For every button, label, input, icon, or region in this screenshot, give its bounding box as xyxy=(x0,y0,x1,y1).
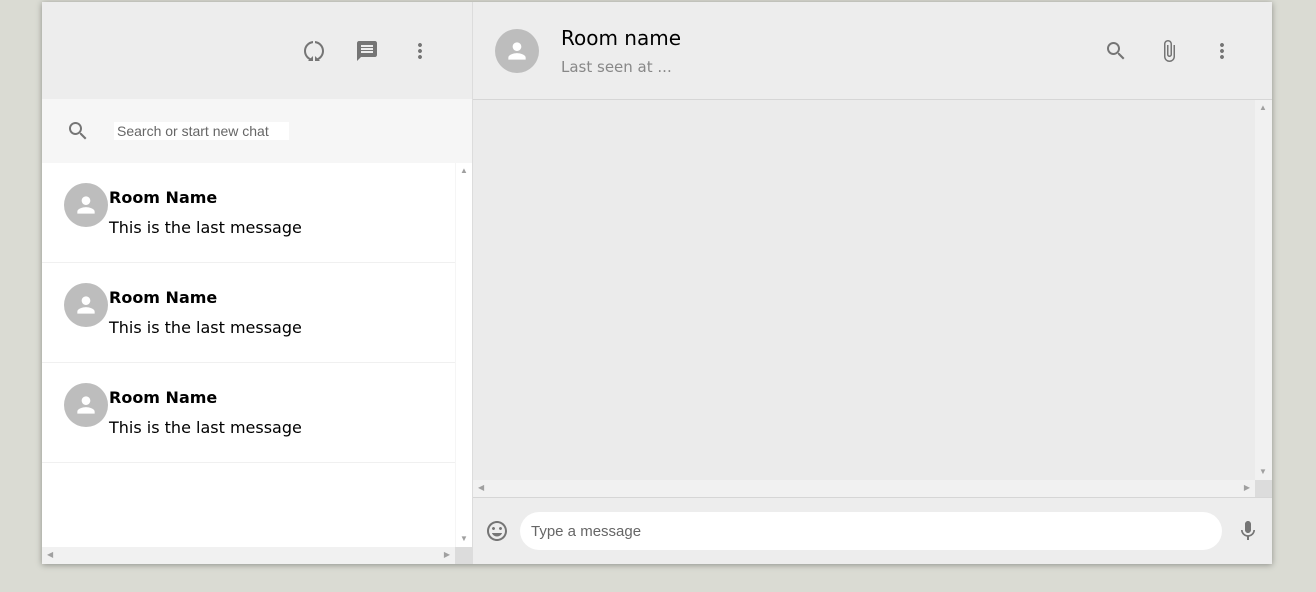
status-icon[interactable] xyxy=(299,36,328,65)
message-horizontal-scrollbar[interactable]: ◀ ▶ xyxy=(473,480,1255,497)
chat-list-container: Room Name This is the last message Room … xyxy=(42,163,472,547)
message-vertical-scrollbar[interactable]: ▲ ▼ xyxy=(1255,100,1272,480)
person-icon xyxy=(77,396,95,414)
scroll-right-arrow-icon[interactable]: ▶ xyxy=(444,551,450,559)
chat-list-item[interactable]: Room Name This is the last message xyxy=(42,163,456,263)
scroll-down-arrow-icon[interactable]: ▼ xyxy=(1259,468,1267,476)
message-row: ▲ ▼ xyxy=(473,100,1272,480)
sidebar: Room Name This is the last message Room … xyxy=(42,2,473,564)
more-vert-icon[interactable] xyxy=(405,36,434,65)
chat-panel: Room name Last seen at ... ▲ ▼ ◀ ▶ Type … xyxy=(473,2,1272,564)
chat-info: Room Name This is the last message xyxy=(109,283,302,362)
sidebar-bottom-scroll: ◀ ▶ xyxy=(42,547,472,564)
scroll-right-arrow-icon[interactable]: ▶ xyxy=(1244,484,1250,492)
sidebar-header xyxy=(42,2,472,99)
avatar xyxy=(64,383,108,427)
chat-footer xyxy=(473,497,1272,564)
chat-last-message: This is the last message xyxy=(109,418,302,437)
chat-last-message: This is the last message xyxy=(109,218,302,237)
mic-icon[interactable] xyxy=(1236,519,1260,543)
room-title: Room name xyxy=(561,25,682,50)
avatar[interactable] xyxy=(495,28,539,73)
message-input[interactable] xyxy=(520,512,1222,550)
chat-app-window: Room Name This is the last message Room … xyxy=(42,2,1272,564)
scroll-left-arrow-icon[interactable]: ◀ xyxy=(47,551,53,559)
person-icon xyxy=(508,41,526,60)
avatar xyxy=(64,283,108,327)
message-area: ▲ ▼ ◀ ▶ xyxy=(473,100,1272,497)
chat-name: Room Name xyxy=(109,188,218,207)
chat-list: Room Name This is the last message Room … xyxy=(42,163,456,547)
new-chat-icon[interactable] xyxy=(352,36,381,65)
message-body xyxy=(473,100,1255,480)
chat-last-message: This is the last message xyxy=(109,318,302,337)
search-input[interactable] xyxy=(114,122,289,140)
person-icon xyxy=(77,196,95,214)
scroll-up-arrow-icon[interactable]: ▲ xyxy=(1259,104,1267,112)
chat-info: Room Name This is the last message xyxy=(109,383,302,462)
chat-list-item[interactable]: Room Name This is the last message xyxy=(42,363,456,463)
message-horizontal-scroll-row: ◀ ▶ xyxy=(473,480,1272,497)
scroll-down-arrow-icon[interactable]: ▼ xyxy=(460,535,468,543)
chat-list-item[interactable]: Room Name This is the last message xyxy=(42,263,456,363)
chat-header-icons xyxy=(1101,36,1236,65)
attach-icon[interactable] xyxy=(1154,36,1183,65)
chat-header-info: Room name Last seen at ... xyxy=(561,26,1101,76)
avatar xyxy=(64,183,108,227)
chat-list-horizontal-scrollbar[interactable]: ◀ ▶ xyxy=(42,547,456,564)
person-icon xyxy=(77,296,95,314)
last-seen: Last seen at ... xyxy=(561,57,672,76)
more-vert-icon[interactable] xyxy=(1207,36,1236,65)
emoji-icon[interactable] xyxy=(485,519,509,543)
chat-name: Room Name xyxy=(109,288,218,307)
chat-info: Room Name This is the last message xyxy=(109,183,302,262)
scroll-left-arrow-icon[interactable]: ◀ xyxy=(478,484,484,492)
chat-name: Room Name xyxy=(109,388,218,407)
search-icon[interactable] xyxy=(1101,36,1130,65)
scrollbar-corner xyxy=(455,547,472,564)
chat-header: Room name Last seen at ... xyxy=(473,2,1272,100)
search-bar xyxy=(42,99,472,163)
scrollbar-corner xyxy=(1255,480,1272,497)
scroll-up-arrow-icon[interactable]: ▲ xyxy=(460,167,468,175)
chat-list-vertical-scrollbar[interactable]: ▲ ▼ xyxy=(455,163,472,547)
search-icon xyxy=(66,119,90,143)
